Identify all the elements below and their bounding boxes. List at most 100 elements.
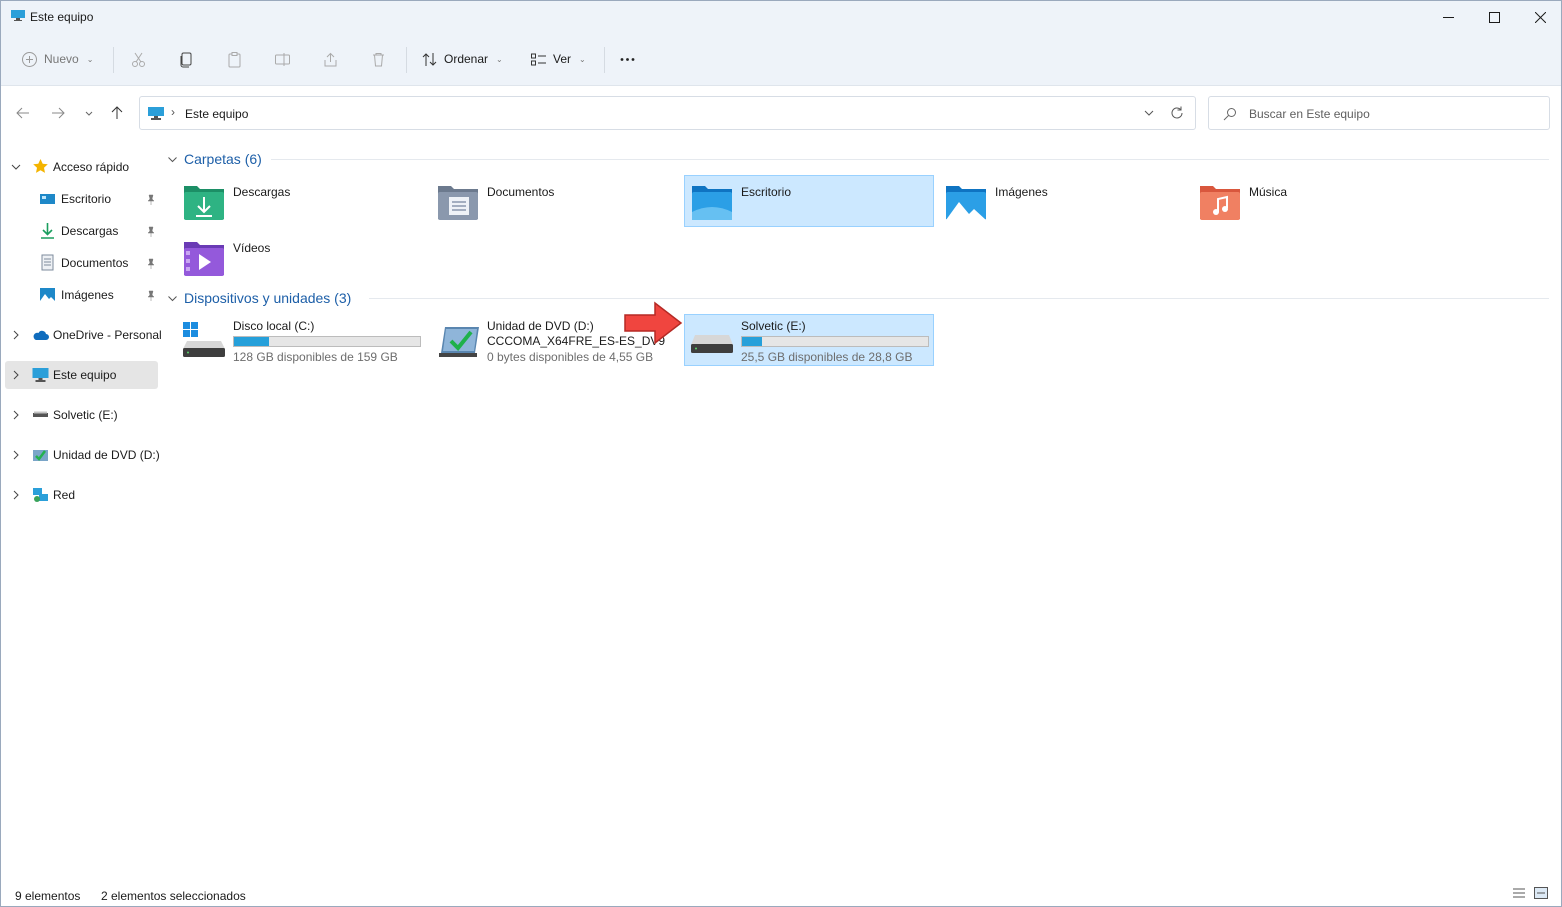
folder-name: Descargas <box>233 185 291 199</box>
drive-tile-c[interactable]: Disco local (C:) 128 GB disponibles de 1… <box>183 315 433 367</box>
sort-button[interactable]: Ordenar ⌄ <box>421 41 503 77</box>
computer-icon <box>11 10 25 21</box>
toolbar-divider <box>406 47 407 73</box>
sidebar-item-solvetic-drive[interactable]: Solvetic (E:) <box>5 401 158 429</box>
sidebar-item-desktop[interactable]: Escritorio <box>5 185 158 213</box>
share-button[interactable] <box>322 41 339 77</box>
address-bar[interactable]: › Este equipo <box>139 96 1196 130</box>
forward-button[interactable] <box>46 101 70 125</box>
drive-tile-e[interactable]: Solvetic (E:) 25,5 GB disponibles de 28,… <box>684 314 934 366</box>
usb-drive-icon <box>33 411 48 417</box>
rename-button[interactable] <box>274 41 291 77</box>
pin-icon[interactable] <box>145 194 156 205</box>
sidebar-item-pictures[interactable]: Imágenes <box>5 281 158 309</box>
download-icon <box>41 223 54 239</box>
copy-button[interactable] <box>178 41 195 77</box>
maximize-icon <box>1488 11 1500 23</box>
sidebar-item-dvd-drive[interactable]: Unidad de DVD (D:) <box>5 441 160 469</box>
drive-name: Disco local (C:) <box>233 319 315 333</box>
drive-free-space: 128 GB disponibles de 159 GB <box>233 350 398 364</box>
computer-icon <box>32 368 49 382</box>
documents-folder-icon <box>438 186 478 220</box>
chevron-right-icon[interactable] <box>11 450 21 460</box>
up-button[interactable] <box>105 101 129 125</box>
chevron-down-icon: ⌄ <box>86 54 94 64</box>
share-icon <box>324 52 337 66</box>
more-options-button[interactable] <box>619 41 636 77</box>
sidebar-item-label: Solvetic (E:) <box>53 408 118 422</box>
group-divider <box>271 159 1549 160</box>
rename-icon <box>275 52 290 66</box>
folder-tile-videos[interactable]: Vídeos <box>183 232 433 284</box>
pin-icon[interactable] <box>145 258 156 269</box>
sidebar-item-label: Documentos <box>61 256 129 270</box>
sidebar-item-downloads[interactable]: Descargas <box>5 217 158 245</box>
view-label: Ver <box>553 52 572 66</box>
pin-icon[interactable] <box>145 290 156 301</box>
ellipsis-icon <box>620 57 635 61</box>
folders-group-header[interactable]: Carpetas (6) <box>167 151 262 167</box>
group-divider <box>369 298 1549 299</box>
folder-tile-documents[interactable]: Documentos <box>437 176 687 228</box>
paste-button[interactable] <box>226 41 243 77</box>
sidebar-item-label: Descargas <box>61 224 119 238</box>
document-icon <box>41 254 54 271</box>
maximize-button[interactable] <box>1471 1 1517 33</box>
toolbar-divider <box>604 47 605 73</box>
delete-button[interactable] <box>370 41 387 77</box>
folder-tile-desktop[interactable]: Escritorio <box>684 175 934 227</box>
network-icon <box>33 488 48 502</box>
folder-name: Vídeos <box>233 241 271 255</box>
recent-locations-button[interactable] <box>77 101 101 125</box>
search-placeholder: Buscar en Este equipo <box>1249 107 1370 121</box>
sidebar-item-this-pc[interactable]: Este equipo <box>5 361 158 389</box>
cut-button[interactable] <box>130 41 147 77</box>
sidebar-item-quick-access[interactable]: Acceso rápido <box>5 153 158 181</box>
chevron-right-icon[interactable] <box>11 410 21 420</box>
scissors-icon <box>132 52 145 67</box>
breadcrumb-item[interactable]: Este equipo <box>185 107 248 121</box>
tiles-view-icon[interactable] <box>1533 885 1549 901</box>
red-arrow-annotation <box>624 301 683 345</box>
search-box[interactable]: Buscar en Este equipo <box>1208 96 1550 130</box>
trash-icon <box>373 52 384 66</box>
copy-icon <box>180 52 192 67</box>
chevron-right-icon[interactable] <box>11 330 21 340</box>
search-icon <box>1223 108 1236 121</box>
chevron-down-icon[interactable] <box>1143 107 1155 119</box>
sidebar-item-network[interactable]: Red <box>5 481 158 509</box>
folder-tile-downloads[interactable]: Descargas <box>183 176 433 228</box>
sidebar-item-documents[interactable]: Documentos <box>5 249 158 277</box>
chevron-down-icon[interactable] <box>11 162 21 172</box>
videos-folder-icon <box>184 242 224 276</box>
clipboard-icon <box>228 51 241 67</box>
drive-name: Solvetic (E:) <box>741 319 806 333</box>
minimize-button[interactable] <box>1425 1 1471 33</box>
chevron-down-icon: ⌄ <box>579 54 586 64</box>
drive-name: Unidad de DVD (D:) <box>487 319 594 333</box>
new-button[interactable]: Nuevo ⌄ <box>21 41 93 77</box>
sidebar-item-label: Escritorio <box>61 192 112 206</box>
minimize-icon <box>1442 16 1454 18</box>
refresh-icon[interactable] <box>1169 105 1185 121</box>
chevron-right-icon[interactable] <box>11 370 21 380</box>
details-view-icon[interactable] <box>1511 885 1527 901</box>
devices-group-header[interactable]: Dispositivos y unidades (3) <box>167 290 351 306</box>
pictures-folder-icon <box>946 186 986 220</box>
sidebar-item-onedrive[interactable]: OneDrive - Personal <box>5 321 162 349</box>
computer-icon <box>148 107 164 120</box>
title-bar: Este equipo <box>1 1 1561 33</box>
chevron-right-icon[interactable] <box>11 490 21 500</box>
pin-icon[interactable] <box>145 226 156 237</box>
downloads-folder-icon <box>184 186 224 220</box>
back-button[interactable] <box>11 101 35 125</box>
chevron-down-icon: ⌄ <box>496 54 503 64</box>
sidebar-item-label: Unidad de DVD (D:) <box>53 448 160 462</box>
drive-usage-bar <box>741 336 929 347</box>
view-button[interactable]: Ver ⌄ <box>530 41 586 77</box>
view-icon <box>531 53 546 65</box>
close-button[interactable] <box>1517 1 1562 33</box>
folder-tile-pictures[interactable]: Imágenes <box>945 176 1195 228</box>
folder-tile-music[interactable]: Música <box>1199 176 1449 228</box>
status-selection-count: 2 elementos seleccionados <box>101 889 246 903</box>
